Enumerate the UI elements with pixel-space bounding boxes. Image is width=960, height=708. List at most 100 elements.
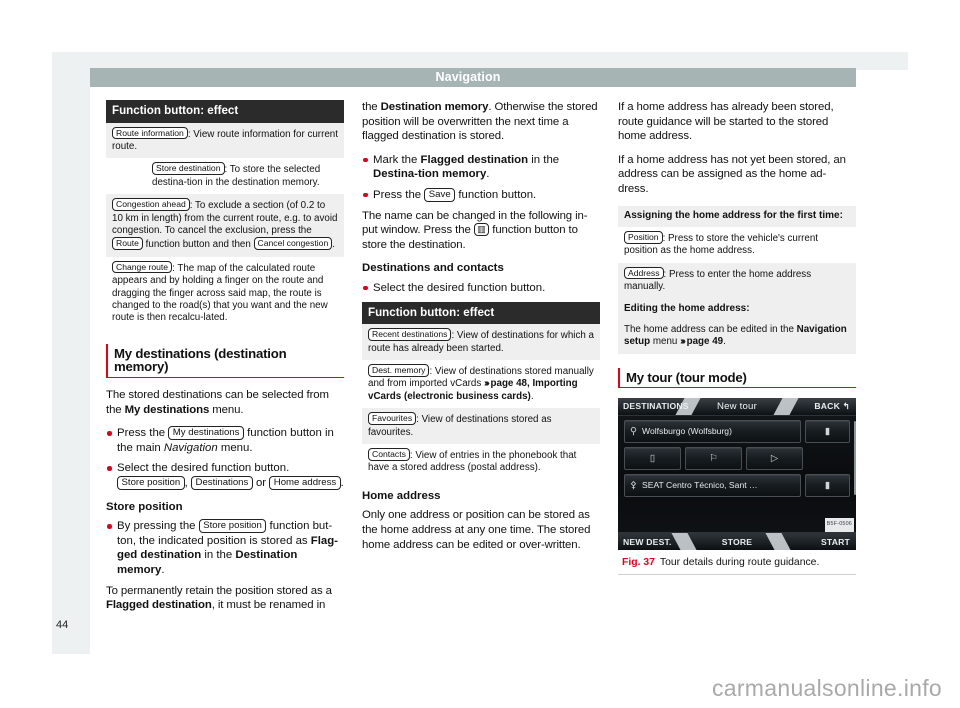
list-scrollbar[interactable] [853, 421, 856, 496]
route-button-ref[interactable]: Route [112, 237, 143, 251]
destination-entry-2[interactable]: ⚴ SEAT Centro Técnico, Sant … [624, 474, 801, 498]
bullet-text-a: Press the [373, 188, 425, 201]
home-address-table: Assigning the home address for the first… [618, 205, 856, 354]
list-item: Mark the Flagged destination in the Dest… [362, 153, 600, 182]
table-row: Congestion ahead: To exclude a section (… [106, 194, 344, 257]
delete-icon: ▮ [824, 480, 831, 492]
back-button[interactable]: BACK ↰ [814, 400, 850, 414]
period: . [340, 477, 344, 490]
intro-text-bold: My destinations [124, 403, 210, 416]
table-row: Dest. memory: View of destinations store… [362, 359, 600, 409]
flag-option-button[interactable]: ⚐ [685, 447, 742, 471]
play-option-button[interactable]: ▷ [746, 447, 803, 471]
separator-2: or [252, 477, 270, 490]
bullet-text-c: . [486, 168, 490, 181]
battery-option-button[interactable]: ▯ [624, 447, 681, 471]
continuation-paragraph: the Destination memory. Otherwise the st… [362, 100, 600, 144]
favourites-button-ref[interactable]: Favourites [368, 412, 417, 425]
subheading-home-address: Home address [362, 489, 441, 502]
delete-destination-1-button[interactable]: ▮ [805, 420, 850, 444]
store-position-button-ref[interactable]: Store position [198, 519, 267, 534]
cross-reference-link[interactable]: page 49 [687, 336, 724, 347]
delete-destination-2-button[interactable]: ▮ [805, 474, 850, 498]
table-header: Function button: effect [362, 301, 600, 325]
table-row: Address: Press to enter the home address… [618, 262, 856, 299]
destination-entry-1[interactable]: ⚲ Wolfsburgo (Wolfsburg) [624, 420, 801, 444]
position-button-ref[interactable]: Position [624, 230, 663, 244]
table-row: The home address can be edited in the Na… [618, 320, 856, 354]
list-item: Press the Save function button. [362, 187, 600, 203]
bullet-text-a: Mark the [373, 153, 421, 166]
image-code-label: B5F-0506 [824, 517, 854, 533]
edit-text-b: menu [650, 336, 681, 348]
table-row: Change route: The map of the calculated … [106, 256, 344, 330]
congestion-ahead-button-ref[interactable]: Congestion ahead [112, 198, 190, 211]
recent-destinations-button-ref[interactable]: Recent destinations [368, 328, 452, 341]
table-row-text-2: function button and then [142, 239, 254, 251]
bullet-text: Select the desired function button. [373, 281, 546, 294]
back-arrow-icon: ↰ [842, 401, 850, 412]
rename-paragraph: The name can be changed in the following… [362, 209, 600, 253]
list-item: Select the desired function button. [362, 281, 600, 296]
nav-bottom-bar: NEW DEST. STORE START [618, 532, 856, 551]
figure-caption-text: Tour details during route guidance. [659, 557, 820, 569]
list-item: By pressing the Store position function … [106, 519, 344, 577]
destination-label-2: SEAT Centro Técnico, Sant … [642, 480, 758, 491]
flag-icon: ⚐ [709, 453, 718, 465]
destinations-button-ref[interactable]: Destinations [191, 476, 253, 491]
table-header: Function button: effect [106, 100, 344, 123]
bullet-text: Select the desired function button. [117, 462, 290, 475]
table-row: Contacts: View of entries in the phonebo… [362, 443, 600, 480]
store-destination-button-ref[interactable]: Store destination [152, 162, 225, 175]
intro-paragraph: The stored destinations can be selected … [106, 388, 344, 417]
address-button-ref[interactable]: Address [624, 266, 664, 280]
route-information-button-ref[interactable]: Route information [112, 126, 188, 140]
subheading-destinations-contacts: Destinations and contacts [362, 262, 504, 275]
table-row-tail: . [530, 390, 534, 402]
store-position-button-ref[interactable]: Store position [117, 476, 185, 491]
delete-icon: ▮ [824, 426, 831, 438]
figure-37: DESTINATIONS New tour BACK ↰ ⚲ Wolfsburg… [618, 398, 856, 575]
tour-destination-list: ⚲ Wolfsburgo (Wolfsburg) ▮ ▯ ⚐ ▷ ⚴ SEAT … [624, 420, 850, 501]
table-row: Store destination: To store the selected… [106, 158, 344, 195]
cont-bold: Destination memory [380, 101, 489, 113]
table-subheader-editing: Editing the home address: [618, 298, 856, 320]
bullet-bold-2: Destina-tion memory [373, 168, 487, 181]
bullet-text-d: . [161, 564, 165, 576]
subheading-store-position: Store position [106, 500, 183, 513]
nav-top-bar: DESTINATIONS New tour BACK ↰ [618, 398, 856, 417]
save-button-ref[interactable]: Save [424, 187, 456, 202]
row-2-spacer [807, 447, 850, 470]
edit-text-a: The home address can be edited in the [624, 324, 797, 335]
cross-reference-icon: ››› [680, 336, 686, 348]
table-row: Recent destinations: View of destination… [362, 324, 600, 360]
function-button-table-2: Function button: effect Recent destinati… [362, 301, 600, 480]
my-destinations-button-ref[interactable]: My destinations [168, 426, 244, 441]
destination-label-1: Wolfsburgo (Wolfsburg) [642, 426, 732, 437]
section-heading-my-tour: My tour (tour mode) [618, 367, 856, 389]
table-subheader-assigning: Assigning the home address for the first… [618, 205, 856, 227]
retain-paragraph: To permanently retain the position store… [106, 584, 344, 613]
tour-row-1: ⚲ Wolfsburgo (Wolfsburg) ▮ [624, 420, 850, 444]
watermark: carmanualsonline.info [711, 675, 942, 701]
section-heading-my-destinations: My destinations (destination memory) [106, 343, 344, 379]
list-item: Press the My destinations function butto… [106, 426, 344, 455]
function-button-table-1: Function button: effect Route informatio… [106, 100, 344, 330]
change-route-button-ref[interactable]: Change route [112, 260, 173, 274]
contacts-button-ref[interactable]: Contacts [368, 447, 410, 461]
play-icon: ▷ [770, 453, 779, 465]
page-title: Navigation [435, 70, 501, 84]
retain-text-a: To permanently retain the position store… [106, 584, 332, 597]
table-row: Position: Press to store the vehicle's c… [618, 226, 856, 263]
store-glyph-button-ref[interactable]: ▥ [473, 223, 490, 236]
cancel-congestion-button-ref[interactable]: Cancel congestion [253, 237, 333, 251]
bullet-text-b: function button. [455, 188, 537, 201]
start-button[interactable]: START [821, 536, 850, 550]
navigation-screenshot: DESTINATIONS New tour BACK ↰ ⚲ Wolfsburg… [618, 398, 856, 551]
tour-row-2: ▯ ⚐ ▷ [624, 447, 850, 471]
table-row: Favourites: View of destinations stored … [362, 408, 600, 444]
retain-text-b: , it must be renamed in [211, 599, 326, 612]
home-address-button-ref[interactable]: Home address [269, 476, 341, 491]
tour-row-3: ⚴ SEAT Centro Técnico, Sant … ▮ [624, 474, 850, 498]
dest-memory-button-ref[interactable]: Dest. memory [368, 363, 430, 377]
